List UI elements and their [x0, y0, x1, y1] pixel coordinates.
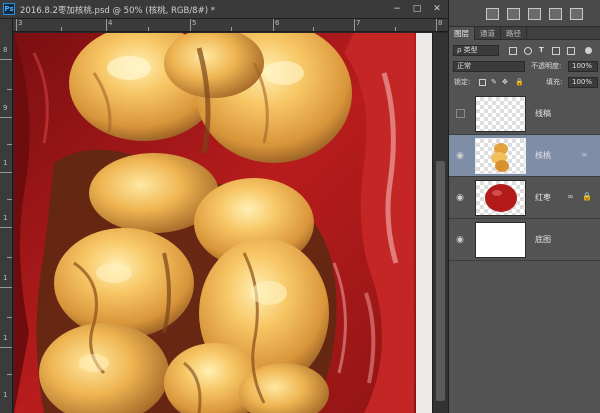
ruler-label: 5 — [192, 19, 197, 27]
ruler-label: 3 — [18, 19, 23, 27]
layer-filter-row: ρ 类型 T — [449, 43, 600, 58]
artwork-canvas[interactable] — [14, 33, 432, 413]
layer-name[interactable]: 底图 — [535, 234, 551, 245]
horizontal-ruler[interactable]: 3 4 5 6 7 8 — [13, 19, 448, 32]
layer-thumbnail — [475, 138, 526, 174]
link-icon[interactable]: ∞ — [567, 192, 574, 201]
filter-toggle-icon[interactable] — [585, 47, 592, 54]
lock-fill-row: 锁定: ✎ ✥ 🔒 填充: 100% — [449, 75, 600, 90]
ruler-label: 1 — [3, 391, 8, 399]
layer-row[interactable]: ◉ 底图 — [449, 219, 600, 261]
adjustment-filter-icon[interactable] — [524, 47, 532, 55]
layer-row[interactable]: ◉ 红枣 ∞ 🔒 — [449, 177, 600, 219]
lock-position-icon[interactable]: ✥ — [502, 77, 508, 88]
ruler-label: 1 — [3, 214, 8, 222]
ruler-label: 1 — [3, 334, 8, 342]
channel-mixer-icon[interactable] — [570, 8, 583, 20]
fill-input[interactable]: 100% — [568, 77, 598, 88]
fill-label: 填充: — [546, 78, 563, 86]
link-icon[interactable]: ∞ — [581, 150, 588, 159]
photoshop-logo-icon: Ps — [3, 3, 15, 15]
ruler-label: 9 — [3, 104, 8, 112]
lock-icon: 🔒 — [582, 192, 592, 201]
minimize-button[interactable]: − — [390, 3, 404, 15]
window-controls: − □ ✕ — [390, 3, 444, 15]
right-panel-dock: 图层 通道 路径 ρ 类型 T 正常 不透明度: 100% 锁定: ✎ ✥ 🔒 — [448, 0, 600, 413]
blend-mode-dropdown[interactable]: 正常 — [453, 61, 525, 72]
lock-icon[interactable]: 🔒 — [515, 77, 524, 88]
ruler-label: 8 — [438, 19, 443, 27]
curves-icon[interactable] — [507, 8, 520, 20]
eye-icon[interactable]: ◉ — [455, 151, 465, 161]
layer-name[interactable]: 红枣 — [535, 192, 551, 203]
layers-list: 线稿 ◉ 核桃 ∞ ◉ 红枣 ∞ 🔒 ◉ 底图 — [449, 93, 600, 413]
layer-name[interactable]: 线稿 — [535, 108, 551, 119]
layer-thumbnail — [475, 96, 526, 132]
layer-row[interactable]: 线稿 — [449, 93, 600, 135]
layer-thumbnail — [475, 222, 526, 258]
adjustments-icon-strip — [449, 0, 600, 27]
tab-paths[interactable]: 路径 — [501, 27, 527, 40]
maximize-button[interactable]: □ — [410, 3, 424, 15]
image-filter-icon[interactable] — [509, 47, 517, 55]
jujube-thumbnail-icon — [485, 184, 517, 212]
visibility-toggle[interactable] — [456, 109, 465, 118]
opacity-label: 不透明度: — [531, 62, 562, 70]
eye-icon[interactable]: ◉ — [455, 193, 465, 203]
filter-kind-dropdown[interactable]: ρ 类型 — [453, 45, 499, 56]
ruler-label: 1 — [3, 159, 8, 167]
blend-opacity-row: 正常 不透明度: 100% — [449, 59, 600, 74]
ruler-label: 7 — [356, 19, 361, 27]
vertical-ruler[interactable]: 8 9 1 1 1 1 1 — [0, 19, 13, 413]
document-title: 2016.8.2枣加核桃.psd @ 50% (核桃, RGB/8#) * — [20, 6, 215, 16]
layer-name[interactable]: 核桃 — [535, 150, 551, 161]
shape-filter-icon[interactable] — [552, 47, 560, 55]
lock-paint-icon[interactable]: ✎ — [491, 77, 497, 88]
eye-icon[interactable]: ◉ — [455, 235, 465, 245]
layers-panel: 图层 通道 路径 ρ 类型 T 正常 不透明度: 100% 锁定: ✎ ✥ 🔒 — [449, 27, 600, 413]
ruler-label: 8 — [3, 46, 8, 54]
tab-layers[interactable]: 图层 — [449, 27, 475, 40]
panel-tab-bar: 图层 通道 路径 — [449, 27, 600, 40]
layer-thumbnail — [475, 180, 526, 216]
photo-filter-icon[interactable] — [549, 8, 562, 20]
walnut-thumbnail-icon — [491, 143, 509, 172]
walnut-jujube-painting — [14, 33, 432, 413]
scrollbar-thumb[interactable] — [436, 161, 445, 401]
gradient-map-icon[interactable] — [528, 8, 541, 20]
layer-row-selected[interactable]: ◉ 核桃 ∞ — [449, 135, 600, 177]
document-tab[interactable]: Ps 2016.8.2枣加核桃.psd @ 50% (核桃, RGB/8#) *… — [0, 0, 448, 19]
lock-label: 锁定: — [454, 78, 471, 86]
tab-channels[interactable]: 通道 — [475, 27, 501, 40]
vertical-scrollbar[interactable] — [432, 33, 448, 413]
ruler-label: 6 — [275, 19, 280, 27]
close-button[interactable]: ✕ — [430, 3, 444, 15]
smart-object-filter-icon[interactable] — [567, 47, 575, 55]
ruler-label: 4 — [108, 19, 113, 27]
document-window: Ps 2016.8.2枣加核桃.psd @ 50% (核桃, RGB/8#) *… — [0, 0, 448, 413]
ruler-label: 1 — [3, 274, 8, 282]
type-filter-icon[interactable]: T — [539, 45, 544, 56]
levels-icon[interactable] — [486, 8, 499, 20]
lock-transparent-icon[interactable] — [479, 79, 486, 86]
opacity-input[interactable]: 100% — [568, 61, 598, 72]
